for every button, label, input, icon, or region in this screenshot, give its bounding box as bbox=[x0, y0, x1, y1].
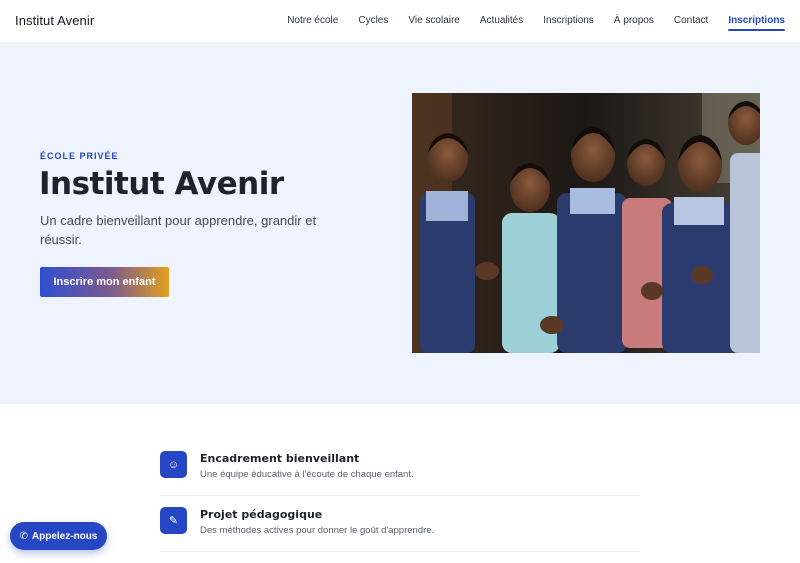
call-us-button[interactable]: ✆ Appelez-nous bbox=[10, 522, 107, 550]
hero-photo bbox=[412, 93, 760, 353]
nav-notre-ecole[interactable]: Notre école bbox=[287, 14, 338, 28]
hero-eyebrow: ÉCOLE PRIVÉE bbox=[40, 151, 119, 161]
feature-title: Encadrement bienveillant bbox=[200, 452, 360, 465]
smiley-icon: ☺ bbox=[160, 451, 187, 478]
nav-inscriptions-active[interactable]: Inscriptions bbox=[728, 14, 785, 31]
feature-item: ✎ Projet pédagogique Des méthodes active… bbox=[160, 496, 640, 552]
call-us-label: Appelez-nous bbox=[31, 530, 98, 542]
site-header: Institut Avenir Notre école Cycles Vie s… bbox=[0, 0, 800, 42]
feature-title: Projet pédagogique bbox=[200, 508, 323, 521]
nav-vie-scolaire[interactable]: Vie scolaire bbox=[408, 14, 460, 28]
feature-item: ☺ Encadrement bienveillant Une équipe éd… bbox=[160, 440, 640, 496]
children-classroom-photo bbox=[412, 93, 760, 353]
feature-description: Une équipe éducative à l'écoute de chaqu… bbox=[200, 469, 414, 480]
main-nav: Notre école Cycles Vie scolaire Actualit… bbox=[267, 0, 785, 42]
nav-contact[interactable]: Contact bbox=[674, 14, 708, 28]
hero-title: Institut Avenir bbox=[39, 166, 284, 202]
hero-subtitle: Un cadre bienveillant pour apprendre, gr… bbox=[40, 213, 317, 247]
site-logo[interactable]: Institut Avenir bbox=[15, 13, 94, 28]
pencil-icon: ✎ bbox=[160, 507, 187, 534]
phone-icon: ✆ bbox=[19, 530, 28, 542]
enroll-child-button[interactable]: Inscrire mon enfant bbox=[40, 267, 169, 297]
nav-actualites[interactable]: Actualités bbox=[480, 14, 523, 28]
nav-inscriptions[interactable]: Inscriptions bbox=[543, 14, 594, 28]
feature-description: Des méthodes actives pour donner le goût… bbox=[200, 525, 435, 536]
nav-a-propos[interactable]: À propos bbox=[614, 14, 654, 28]
feature-item bbox=[160, 552, 640, 563]
nav-cycles[interactable]: Cycles bbox=[358, 14, 388, 28]
features-list: ☺ Encadrement bienveillant Une équipe éd… bbox=[160, 440, 640, 563]
